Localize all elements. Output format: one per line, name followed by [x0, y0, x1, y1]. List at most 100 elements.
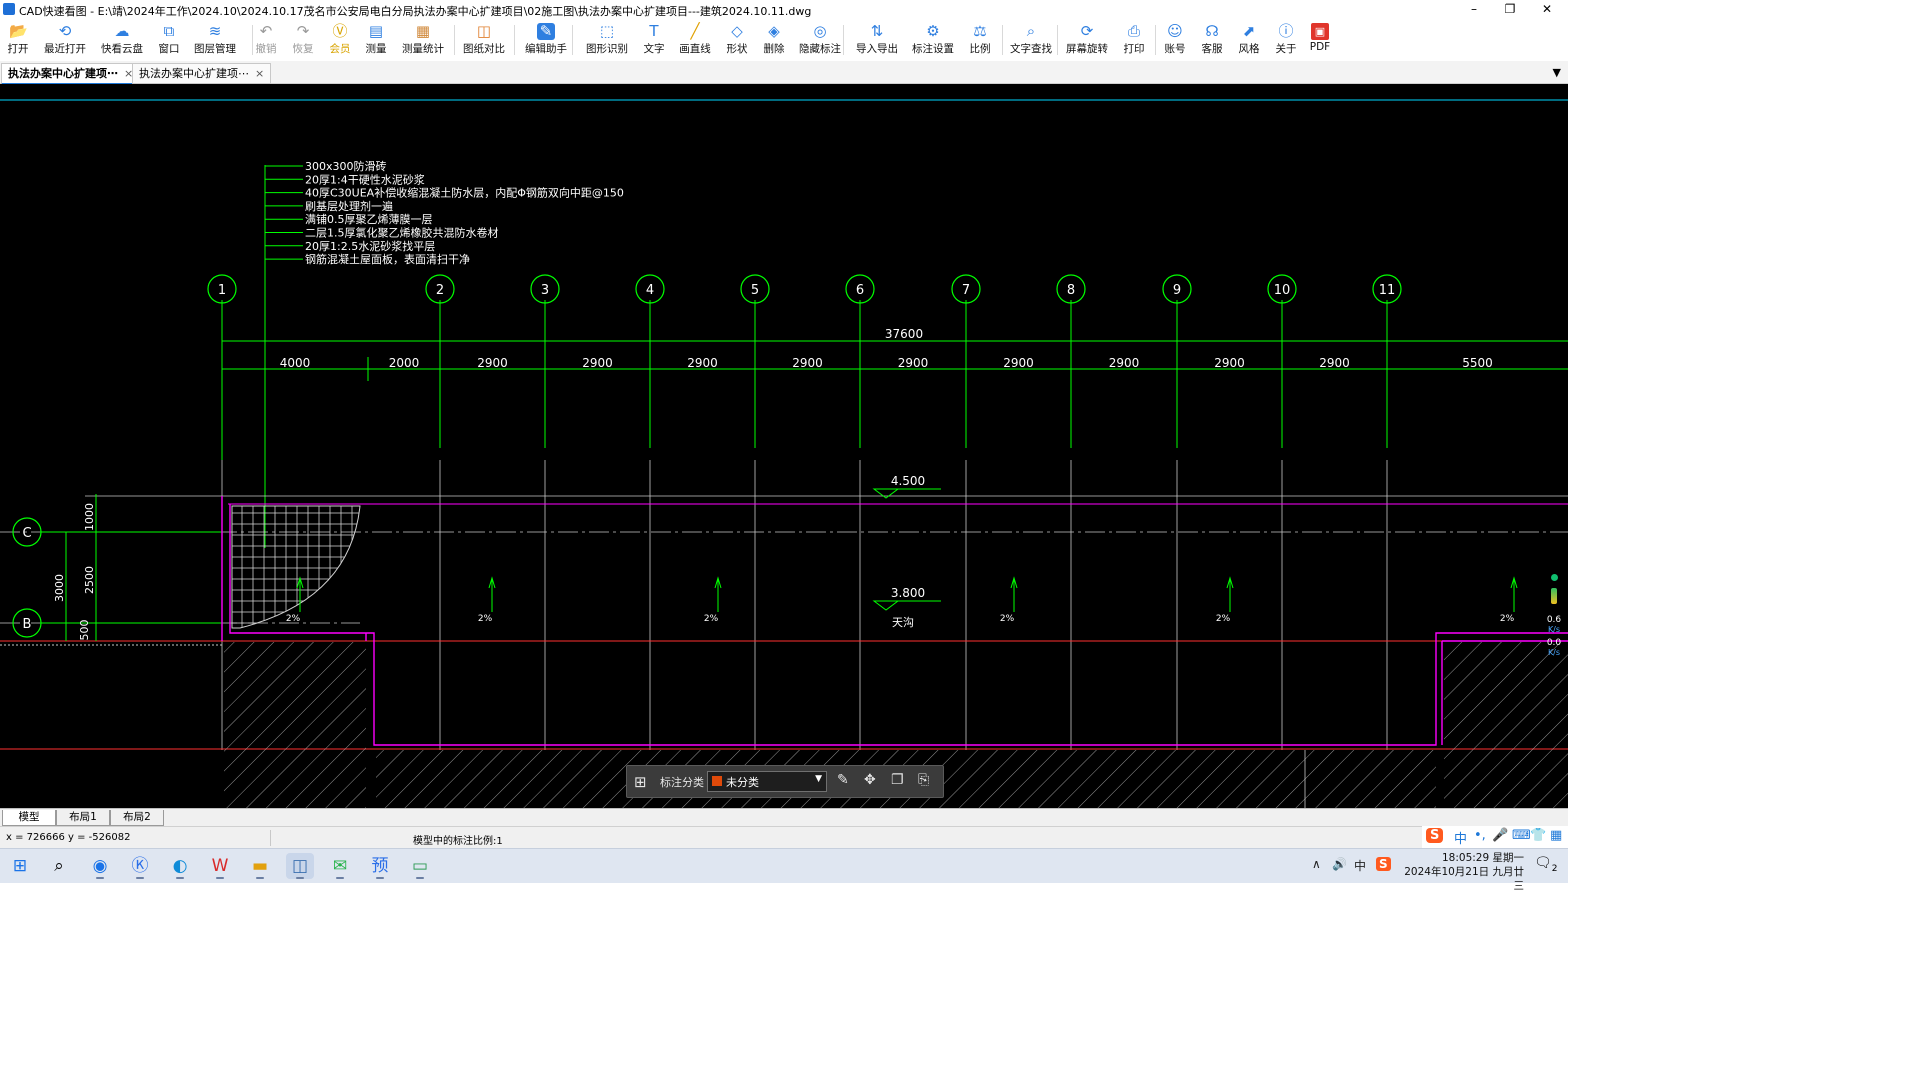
preview-icon[interactable]: 预: [366, 853, 394, 879]
k-app-icon[interactable]: Ⓚ: [126, 853, 154, 879]
layers-button[interactable]: ≋ 图层管理: [191, 21, 239, 59]
gutter-label: 天沟: [892, 616, 914, 629]
pdf-label: PDF: [1309, 41, 1331, 53]
support-button[interactable]: ☊ 客服: [1197, 21, 1227, 59]
span-dimension: 2900: [1319, 356, 1350, 370]
screen-share-icon[interactable]: ▭: [406, 853, 434, 879]
doc-tab-2[interactable]: 执法办案中心扩建项⋯ ×: [132, 63, 272, 84]
compare-button[interactable]: ◫ 图纸对比: [460, 21, 508, 59]
style-button[interactable]: ⬈ 风格: [1234, 21, 1264, 59]
pdf-button[interactable]: ▣ PDF: [1305, 21, 1335, 59]
redo-icon: ↷: [296, 22, 310, 40]
account-button[interactable]: ☺ 账号: [1160, 21, 1190, 59]
edge-icon[interactable]: ◐: [166, 853, 194, 879]
axis-label: 5: [751, 283, 759, 298]
skin-icon[interactable]: 👕: [1530, 828, 1546, 843]
edit-assist-button[interactable]: ✎ 编辑助手: [522, 21, 570, 59]
undo-button[interactable]: ↶ 撤销: [251, 21, 281, 59]
clock-time: 18:05:29 星期一: [1442, 852, 1524, 864]
close-tab-icon[interactable]: ×: [255, 67, 264, 80]
ribbon-separator: [1057, 25, 1058, 55]
sogou-logo-icon[interactable]: S: [1426, 828, 1444, 843]
browser-q-icon[interactable]: ◉: [86, 853, 114, 879]
import-export-button[interactable]: ⇅ 导入导出: [853, 21, 901, 59]
minimize-button[interactable]: –: [1456, 1, 1492, 18]
span-dimension: 2000: [389, 356, 420, 370]
doc-tab-1[interactable]: 执法办案中心扩建项⋯ ×: [1, 63, 141, 85]
undo-label: 撤销: [255, 43, 277, 55]
cloud-icon: ☁: [114, 22, 130, 40]
cloud-label: 快看云盘: [101, 43, 143, 55]
restore-button[interactable]: ❐: [1492, 1, 1528, 18]
microphone-icon[interactable]: 🎤: [1492, 828, 1508, 843]
search-icon: ⌕: [1026, 22, 1036, 40]
edit-icon[interactable]: ✎: [837, 772, 849, 788]
copy-icon[interactable]: ❐: [891, 772, 904, 788]
print-icon: ⎙: [1127, 22, 1140, 40]
line-button[interactable]: ╱ 画直线: [675, 21, 715, 59]
wps-icon[interactable]: W: [206, 853, 234, 879]
slope-label: 2%: [1000, 614, 1015, 624]
redo-button[interactable]: ↷ 恢复: [288, 21, 318, 59]
search-icon[interactable]: ⌕: [45, 853, 73, 879]
cad-viewer-icon[interactable]: ◫: [286, 853, 314, 879]
print-button[interactable]: ⎙ 打印: [1119, 21, 1149, 59]
tile-detail-callout: [231, 505, 361, 629]
span-dimension: 4000: [280, 356, 311, 370]
tab-list-dropdown-icon[interactable]: ▼: [1553, 66, 1561, 79]
support-label: 客服: [1201, 43, 1223, 55]
system-clock[interactable]: 18:05:29 星期一 2024年10月21日 九月廿三: [1398, 851, 1524, 893]
punctuation-toggle[interactable]: •,: [1474, 828, 1486, 843]
layer-note: 钢筋混凝土屋面板，表面清扫干净: [305, 252, 470, 266]
sogou-tray-icon[interactable]: S: [1376, 857, 1391, 871]
text-button[interactable]: T 文字: [639, 21, 669, 59]
layers-label: 图层管理: [194, 43, 236, 55]
keyboard-icon[interactable]: ⌨: [1512, 828, 1531, 843]
shape-recog-button[interactable]: ⬚ 图形识别: [583, 21, 631, 59]
wechat-icon[interactable]: ✉: [326, 853, 354, 879]
tab-layout-1[interactable]: 布局1: [56, 810, 110, 826]
user-icon: ☺: [1167, 22, 1183, 40]
window-button[interactable]: ⧉ 窗口: [154, 21, 184, 59]
volume-icon[interactable]: 🔊: [1332, 857, 1347, 871]
line-label: 画直线: [679, 43, 711, 55]
close-button[interactable]: ✕: [1529, 1, 1565, 18]
paste-icon[interactable]: ⎘: [918, 772, 929, 788]
open-button[interactable]: 📂 打开: [3, 21, 33, 59]
vip-button[interactable]: Ⓥ 会员: [325, 21, 355, 59]
grid-icon[interactable]: ⊞: [634, 773, 647, 791]
span-dimension: 2900: [1214, 356, 1245, 370]
start-icon[interactable]: ⊞: [6, 853, 34, 879]
level-bar-icon: [1551, 588, 1557, 604]
about-button[interactable]: ⓘ 关于: [1271, 21, 1301, 59]
folder-open-icon: 📂: [9, 22, 28, 40]
annot-settings-button[interactable]: ⚙ 标注设置: [909, 21, 957, 59]
toolbox-icon[interactable]: ▦: [1550, 828, 1562, 843]
hide-annot-button[interactable]: ◎ 隐藏标注: [796, 21, 844, 59]
ime-mode-toggle[interactable]: 中: [1454, 828, 1467, 847]
tab-layout-2[interactable]: 布局2: [110, 810, 164, 826]
measure-stats-button[interactable]: ▦ 测量统计: [399, 21, 447, 59]
shape-button[interactable]: ◇ 形状: [722, 21, 752, 59]
eraser-icon: ◈: [768, 22, 780, 40]
measure-button[interactable]: ▤ 测量: [361, 21, 391, 59]
recent-button[interactable]: ⟲ 最近打开: [41, 21, 89, 59]
pdf-icon: ▣: [1311, 23, 1329, 40]
move-icon[interactable]: ✥: [864, 772, 876, 788]
erase-button[interactable]: ◈ 删除: [759, 21, 789, 59]
tab-model[interactable]: 模型: [2, 810, 56, 826]
tray-ime-indicator[interactable]: 中: [1354, 857, 1366, 874]
scale-button[interactable]: ⚖ 比例: [965, 21, 995, 59]
chevron-down-icon: ▼: [815, 774, 822, 784]
annotation-category-select[interactable]: 未分类 ▼: [707, 771, 827, 792]
file-explorer-icon[interactable]: ▬: [246, 853, 274, 879]
cloud-button[interactable]: ☁ 快看云盘: [98, 21, 146, 59]
tray-chevron-icon[interactable]: ∧: [1312, 857, 1321, 871]
headset-icon: ☊: [1205, 22, 1219, 40]
axis-label: 3: [541, 283, 549, 298]
rotate-button[interactable]: ⟳ 屏幕旋转: [1063, 21, 1111, 59]
notification-icon[interactable]: 🗨2: [1534, 855, 1558, 874]
drawing-canvas[interactable]: 1 2 3 4 5 6 7 8 9 10 11 37600 4000 2000 2900 2900 2900 29…: [0, 84, 1568, 808]
axis-label: 1: [218, 283, 226, 298]
text-search-button[interactable]: ⌕ 文字查找: [1007, 21, 1055, 59]
